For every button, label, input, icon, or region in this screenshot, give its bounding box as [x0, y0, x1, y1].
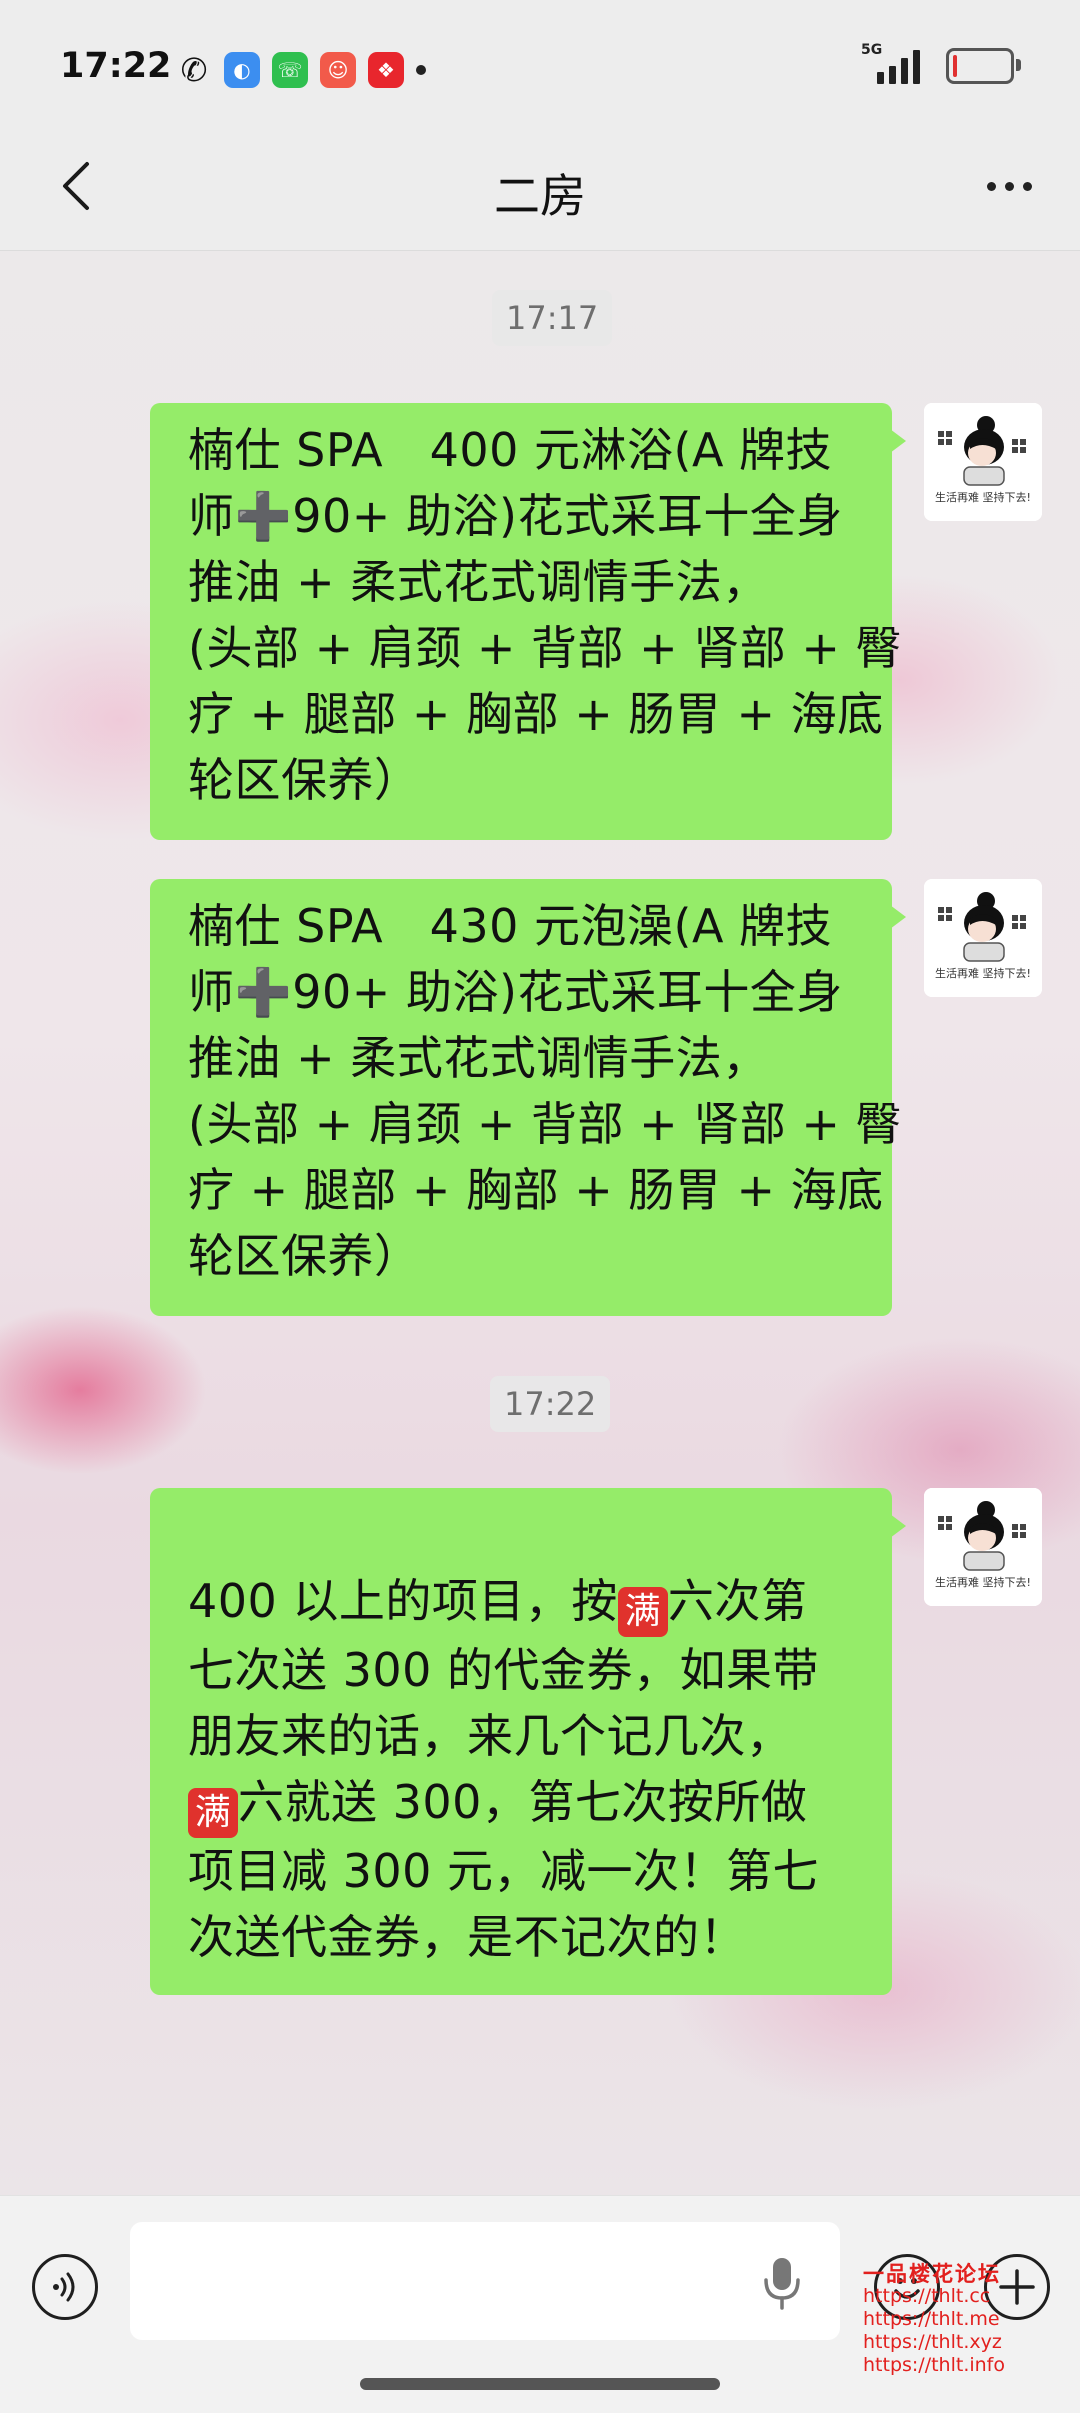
message-line: 推油 + 柔式花式调情手法，: [188, 1031, 769, 1085]
voice-icon: [53, 2272, 75, 2302]
message-line: 师➕90+ 助浴)花式采耳十全身: [188, 965, 843, 1019]
message-text: 400 以上的项目，按: [188, 1574, 618, 1628]
message-line: 楠仕 SPA 400 元淋浴(A 牌技: [188, 423, 833, 477]
message-line: (头部 + 肩颈 + 背部 + 肾部 + 臀: [188, 1097, 903, 1151]
message-line: 七次送 300 的代金券，如果带: [188, 1643, 820, 1697]
notification-icons: ✆ ◐ ☏ ☺ ❖: [176, 51, 426, 89]
message-text: 六就送 300，第七次按所做: [238, 1775, 808, 1829]
avatar-image: 生活再难 坚持下去!: [924, 403, 1042, 521]
message-line: 轮区保养）: [188, 1229, 421, 1283]
more-dot-icon: [986, 181, 996, 191]
avatar[interactable]: 生活再难 坚持下去!: [924, 1488, 1042, 1606]
battery-level: [953, 55, 957, 77]
clown-app-icon: ☺: [320, 52, 356, 88]
message-line: 400 以上的项目，按满六次第: [188, 1568, 854, 1637]
home-indicator[interactable]: [360, 2378, 720, 2390]
status-right: 5G: [861, 42, 1021, 84]
wechat-icon: ✆: [180, 51, 208, 89]
watermark-url: https://thlt.xyz: [863, 2331, 1002, 2353]
message-line: (头部 + 肩颈 + 背部 + 肾部 + 臀: [188, 621, 903, 675]
more-dot-icon: [1022, 181, 1032, 191]
red-app-icon: ❖: [368, 52, 404, 88]
message-line: 疗 + 腿部 + 胸部 + 肠胃 + 海底: [188, 1163, 884, 1217]
more-options-button[interactable]: [974, 166, 1044, 206]
watermark-url: https://thlt.cc: [863, 2285, 991, 2307]
avatar-image: 生活再难 坚持下去!: [924, 879, 1042, 997]
man-badge-icon: 满: [188, 1788, 238, 1838]
message-line: 推油 + 柔式花式调情手法，: [188, 555, 769, 609]
message-timestamp: 17:17: [492, 290, 613, 346]
signal-icon: 5G: [861, 42, 920, 84]
more-dot-icon: [1004, 181, 1014, 191]
message-line: 项目减 300 元，减一次！第七: [188, 1844, 820, 1898]
microphone-icon[interactable]: [762, 2256, 802, 2310]
avatar[interactable]: 生活再难 坚持下去!: [924, 879, 1042, 997]
message-input[interactable]: [130, 2222, 840, 2340]
message-bubble[interactable]: 400 以上的项目，按满六次第 七次送 300 的代金券，如果带 朋友来的话，来…: [150, 1488, 906, 1995]
forum-watermark: 一品楼花论坛 https://thlt.cc https://thlt.me h…: [863, 2262, 1005, 2377]
avatar-caption: 生活再难 坚持下去!: [935, 490, 1031, 504]
battery-icon: [946, 48, 1021, 84]
phone-icon: ☏: [272, 52, 308, 88]
message-text: 六次第: [667, 1574, 808, 1628]
message-line: 次送代金券，是不记次的！: [188, 1910, 746, 1964]
watermark-title: 一品楼花论坛: [863, 2261, 1001, 2286]
status-time: 17:22: [60, 46, 172, 86]
message-line: 朋友来的话，来几个记几次，: [188, 1709, 793, 1763]
man-badge-icon: 满: [617, 1587, 668, 1637]
chat-header: 二房: [0, 130, 1080, 251]
message-line: 满六就送 300，第七次按所做: [188, 1769, 854, 1838]
message-line: 轮区保养）: [188, 753, 421, 807]
avatar-caption: 生活再难 坚持下去!: [935, 1575, 1031, 1589]
status-bar: 17:22 ✆ ◐ ☏ ☺ ❖ 5G: [0, 0, 1080, 130]
network-type: 5G: [861, 42, 883, 58]
avatar[interactable]: 生活再难 坚持下去!: [924, 403, 1042, 521]
watermark-url: https://thlt.me: [863, 2308, 1000, 2330]
more-notifications-icon: [416, 65, 426, 75]
avatar-caption: 生活再难 坚持下去!: [935, 966, 1031, 980]
watermark-url: https://thlt.info: [863, 2354, 1005, 2376]
browser-icon: ◐: [224, 52, 260, 88]
message-timestamp: 17:22: [490, 1376, 611, 1432]
message-bubble[interactable]: 楠仕 SPA 430 元泡澡(A 牌技 师➕90+ 助浴)花式采耳十全身 推油 …: [150, 879, 906, 1316]
message-bubble[interactable]: 楠仕 SPA 400 元淋浴(A 牌技 师➕90+ 助浴)花式采耳十全身 推油 …: [150, 403, 906, 840]
message-line: 师➕90+ 助浴)花式采耳十全身: [188, 489, 843, 543]
voice-input-button[interactable]: [32, 2254, 98, 2320]
message-line: 疗 + 腿部 + 胸部 + 肠胃 + 海底: [188, 687, 884, 741]
chat-title: 二房: [494, 169, 586, 223]
message-line: 楠仕 SPA 430 元泡澡(A 牌技: [188, 899, 833, 953]
avatar-image: 生活再难 坚持下去!: [924, 1488, 1042, 1606]
